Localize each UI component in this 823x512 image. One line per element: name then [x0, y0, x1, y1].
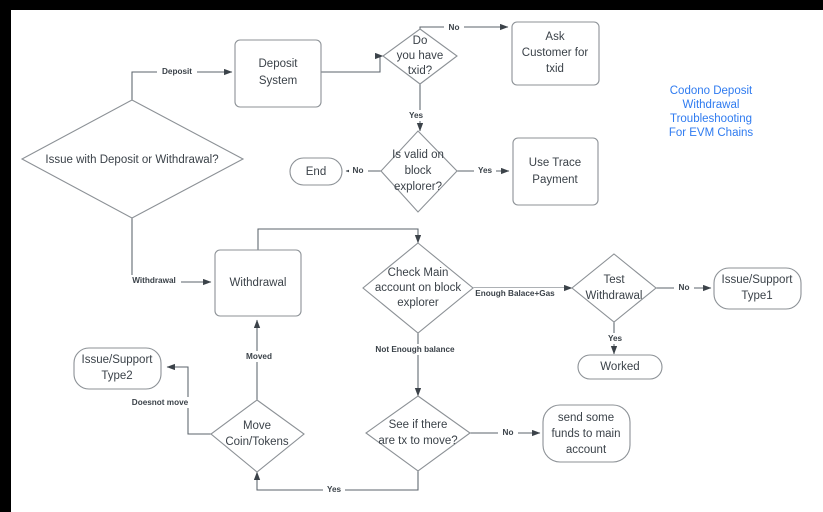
node-label-move-coin-line2: Coin/Tokens [225, 436, 289, 448]
node-label-ask-customer-line1: Ask [545, 31, 564, 43]
edge-label-valid-yes: Yes [478, 166, 493, 175]
node-label-check-main-line2: account on block [375, 282, 462, 294]
edge-label-doesnot-move: Doesnot move [132, 398, 189, 407]
node-label-issue2-line1: Issue/Support [82, 354, 154, 366]
node-send-funds-to-main-account[interactable]: send some funds to main account [542, 404, 631, 463]
node-issue-with-deposit-or-withdrawal[interactable]: Issue with Deposit or Withdrawal? [20, 99, 245, 219]
node-label-is-valid-line3: explorer? [394, 181, 442, 193]
screenshot-canvas: Deposit Withdrawal No Yes No Yes Enough … [0, 0, 823, 512]
node-label-deposit-system-line1: Deposit [259, 58, 299, 70]
node-is-valid-on-block-explorer[interactable]: Is valid on block explorer? [380, 130, 458, 213]
node-test-withdrawal[interactable]: Test Withdrawal [571, 253, 657, 323]
node-label-move-coin-line1: Move [243, 420, 271, 432]
edge-withdrawal-to-checkmain [257, 228, 422, 250]
edge-deposit-to-txid [321, 52, 384, 73]
node-see-if-tx-to-move[interactable]: See if there are tx to move? [365, 395, 471, 472]
node-label-send-funds-line3: account [566, 444, 607, 456]
node-label-check-main-line1: Check Main [388, 267, 449, 279]
node-label-issue2-line2: Type2 [101, 370, 132, 382]
node-label-test-withdrawal-line1: Test [603, 274, 625, 286]
node-label-see-tx-line2: are tx to move? [378, 435, 457, 447]
edge-label-not-enough-balance: Not Enough balance [375, 345, 455, 354]
node-label-check-main-line3: explorer [397, 297, 439, 309]
title-line-1: Codono Deposit [670, 85, 753, 97]
node-label-ask-customer-line2: Customer for [522, 47, 589, 59]
node-label-ask-customer-line3: txid [546, 63, 564, 75]
edge-label-txid-yes: Yes [409, 111, 424, 120]
node-label-deposit-system-line2: System [259, 75, 297, 87]
node-label-txid-line3: txid? [408, 65, 432, 77]
edge-issue-to-withdrawal [131, 218, 212, 286]
flowchart-svg: Deposit Withdrawal No Yes No Yes Enough … [20, 21, 802, 495]
node-check-main-account[interactable]: Check Main account on block explorer [362, 242, 474, 334]
node-label-withdrawal: Withdrawal [230, 277, 287, 289]
node-do-you-have-txid[interactable]: Do you have txid? [382, 28, 458, 85]
edge-label-txid-no: No [449, 23, 460, 32]
node-label-issue-with: Issue with Deposit or Withdrawal? [45, 154, 218, 166]
node-label-txid-line1: Do [413, 35, 428, 47]
edge-label-seetx-yes: Yes [327, 485, 342, 494]
edge-label-test-yes: Yes [608, 334, 623, 343]
node-label-see-tx-line1: See if there [389, 419, 448, 431]
edge-label-withdrawal: Withdrawal [132, 276, 176, 285]
node-withdrawal[interactable]: Withdrawal [214, 249, 302, 317]
node-ask-customer-for-txid[interactable]: Ask Customer for txid [511, 21, 600, 86]
node-label-end: End [306, 166, 326, 178]
node-label-send-funds-line1: send some [558, 412, 614, 424]
node-label-issue1-line1: Issue/Support [722, 274, 794, 286]
node-label-send-funds-line2: funds to main [551, 428, 620, 440]
node-label-worked: Worked [600, 361, 639, 373]
node-use-trace-payment[interactable]: Use Trace Payment [512, 137, 599, 206]
edge-label-enough-balance: Enough Balace+Gas [475, 289, 555, 298]
edge-label-test-no: No [679, 283, 690, 292]
edge-label-deposit: Deposit [162, 67, 192, 76]
node-worked[interactable]: Worked [577, 354, 663, 380]
node-label-issue1-line2: Type1 [741, 290, 772, 302]
node-end[interactable]: End [289, 157, 343, 186]
node-issue-support-type1[interactable]: Issue/Support Type1 [713, 267, 802, 310]
node-label-use-trace-line1: Use Trace [529, 157, 581, 169]
node-deposit-system[interactable]: Deposit System [234, 39, 322, 108]
title-line-4: For EVM Chains [669, 127, 754, 139]
node-label-txid-line2: you have [397, 50, 444, 62]
edge-label-valid-no: No [353, 166, 364, 175]
node-move-coin-tokens[interactable]: Move Coin/Tokens [210, 399, 305, 473]
node-label-is-valid-line1: Is valid on [392, 149, 444, 161]
diagram-title: Codono Deposit Withdrawal Troubleshootin… [669, 85, 754, 139]
edge-label-moved: Moved [246, 352, 272, 361]
edge-label-seetx-no: No [503, 428, 514, 437]
title-line-3: Troubleshooting [670, 113, 752, 125]
node-label-test-withdrawal-line2: Withdrawal [586, 290, 643, 302]
node-label-is-valid-line2: block [405, 165, 432, 177]
title-line-2: Withdrawal [683, 99, 740, 111]
node-label-use-trace-line2: Payment [532, 174, 578, 186]
node-issue-support-type2[interactable]: Issue/Support Type2 [73, 347, 162, 390]
